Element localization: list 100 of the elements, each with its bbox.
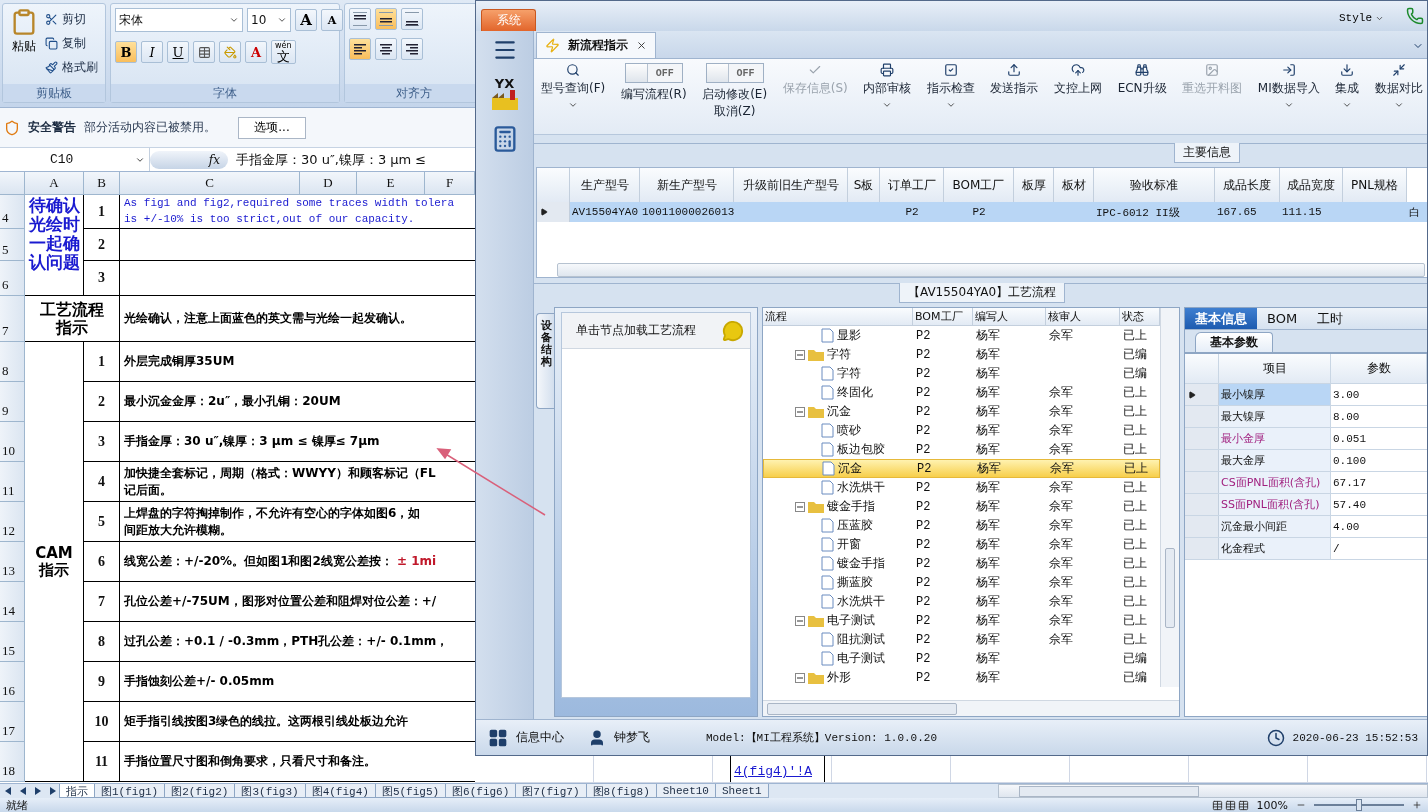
borders-button[interactable] — [193, 41, 215, 63]
scrollbar[interactable] — [998, 784, 1428, 798]
collapse-icon[interactable] — [795, 349, 805, 360]
toolbar-button[interactable]: 文控上网 — [1051, 63, 1106, 134]
sheet-tab[interactable]: Sheet10 — [655, 784, 716, 798]
paste-button[interactable]: 粘贴 — [7, 8, 41, 80]
grid-row[interactable]: AV15504YA0 10011000026013 P2 P2 IPC-6012 II级 167.65 111.15 白 — [537, 202, 1427, 222]
font-size-field[interactable]: 10 — [247, 8, 291, 32]
column-header[interactable]: BOM工厂 — [944, 168, 1014, 202]
grow-font-button[interactable]: A — [295, 9, 317, 31]
toolbar-button[interactable]: 集成 — [1332, 63, 1363, 134]
align-button[interactable] — [349, 8, 371, 30]
tab[interactable]: 基本信息 — [1185, 308, 1257, 329]
shrink-font-button[interactable]: A — [321, 9, 343, 31]
scrollbar[interactable] — [763, 700, 1179, 716]
phonetic-button[interactable]: wén 文 — [271, 40, 296, 64]
row-header[interactable] — [1185, 384, 1219, 405]
scrollbar[interactable] — [557, 263, 1425, 277]
column-header[interactable]: 板材 — [1054, 168, 1094, 202]
column-header[interactable]: S板 — [848, 168, 880, 202]
clipboard-action[interactable]: 剪切 — [45, 8, 98, 30]
underline-button[interactable]: U — [167, 41, 189, 63]
normal-view-icon[interactable] — [1211, 799, 1223, 811]
toolbar-button[interactable]: 指示检查 — [923, 63, 978, 134]
toolbar-button[interactable]: 型号查询(F) — [538, 63, 609, 134]
column-header[interactable]: 板厚 — [1014, 168, 1054, 202]
clipboard-action[interactable]: 格式刷 — [45, 56, 98, 78]
zoom-in-icon[interactable] — [1412, 800, 1422, 810]
toolbar-button[interactable]: 发送指示 — [987, 63, 1042, 134]
collapse-icon[interactable] — [795, 672, 805, 683]
align-button[interactable] — [375, 8, 397, 30]
column-header[interactable]: 流程 — [763, 308, 913, 326]
column-header[interactable]: 新生产型号 — [640, 168, 734, 202]
tree-row[interactable]: 沉金 P2 杨军 佘军 已上 — [763, 459, 1160, 478]
page-layout-icon[interactable] — [1224, 799, 1236, 811]
column-header[interactable]: 成品长度 — [1215, 168, 1280, 202]
collapse-icon[interactable] — [795, 615, 805, 626]
column-header[interactable]: 成品宽度 — [1280, 168, 1343, 202]
formula-field[interactable]: 手指金厚：30 u″,镍厚：3 μm ≤ — [228, 150, 427, 169]
options-button[interactable]: 选项... — [238, 116, 306, 139]
sheet-tab[interactable]: 图2(fig2) — [164, 784, 236, 798]
collapse-icon[interactable] — [795, 406, 805, 417]
document-tab[interactable]: 新流程指示 — [536, 32, 656, 58]
column-header[interactable]: 核审人 — [1046, 308, 1120, 326]
italic-button[interactable]: I — [141, 41, 163, 63]
toolbar-button[interactable]: ECN升级 — [1114, 63, 1170, 134]
column-header[interactable]: E — [357, 172, 425, 194]
collapse-icon[interactable] — [795, 501, 805, 512]
align-button[interactable] — [375, 38, 397, 60]
align-button[interactable] — [401, 8, 423, 30]
sheet-tab[interactable]: Sheet1 — [714, 784, 769, 798]
side-tab[interactable]: 设备结构 — [536, 313, 554, 409]
phone-icon[interactable] — [1406, 7, 1424, 25]
grid-icon[interactable] — [488, 727, 508, 748]
tab[interactable]: 工时 — [1307, 308, 1354, 329]
toolbar-button[interactable]: 内部审核 — [860, 63, 915, 134]
sheet-tab[interactable]: 图7(fig7) — [515, 784, 587, 798]
column-header[interactable]: D — [300, 172, 357, 194]
font-color-button[interactable]: A — [245, 41, 267, 63]
hyperlink-cell[interactable]: 4(fig4)'!A — [730, 756, 825, 782]
sheet-tab[interactable]: 图3(fig3) — [234, 784, 306, 798]
tab[interactable]: BOM — [1257, 308, 1308, 329]
clipboard-action[interactable]: 复制 — [45, 32, 98, 54]
toolbar-button[interactable]: MI数据导入 — [1254, 63, 1323, 134]
column-header[interactable]: 生产型号 — [570, 168, 640, 202]
close-icon[interactable] — [636, 40, 647, 51]
column-header[interactable]: 订单工厂 — [880, 168, 944, 202]
column-header[interactable]: 状态 — [1120, 308, 1160, 326]
align-button[interactable] — [349, 38, 371, 60]
style-menu[interactable]: Style — [1333, 11, 1390, 25]
toggle-control[interactable]: OFF 启动修改(E) 取消(Z) — [699, 63, 771, 134]
sheet-tab[interactable]: 图4(fig4) — [304, 784, 376, 798]
sheet-tab[interactable]: 图8(fig8) — [585, 784, 657, 798]
sheet-tab[interactable]: 指示 — [59, 784, 95, 798]
sub-tab[interactable]: 基本参数 — [1195, 332, 1273, 352]
toggle-control[interactable]: OFF 编写流程(R) — [617, 63, 690, 134]
sheet-tab[interactable]: 图1(fig1) — [94, 784, 166, 798]
sheet-tab[interactable]: 图5(fig5) — [374, 784, 447, 798]
column-header[interactable]: 编写人 — [973, 308, 1046, 326]
factory-logo[interactable]: YX — [488, 77, 521, 111]
column-header[interactable]: 升级前旧生产型号 — [734, 168, 848, 202]
bold-button[interactable]: B — [115, 41, 137, 63]
column-header[interactable]: 验收标准 — [1094, 168, 1215, 202]
align-button[interactable] — [401, 38, 423, 60]
column-header[interactable]: A — [25, 172, 84, 194]
column-header[interactable]: 参数 — [1331, 354, 1427, 383]
scrollbar[interactable] — [1160, 308, 1179, 687]
name-box[interactable]: C10 — [0, 148, 150, 171]
insert-function-button[interactable]: fx — [150, 150, 228, 169]
sheet-tab[interactable]: 图6(fig6) — [445, 784, 517, 798]
column-header[interactable]: PNL规格 — [1343, 168, 1407, 202]
column-header[interactable]: 项目 — [1219, 354, 1331, 383]
fill-color-button[interactable] — [219, 41, 241, 63]
info-center-link[interactable]: 信息中心 — [516, 729, 564, 746]
column-header[interactable]: C — [120, 172, 300, 194]
page-break-icon[interactable] — [1237, 799, 1249, 811]
font-name-field[interactable]: 宋体 — [115, 8, 243, 32]
toolbar-button[interactable]: 数据对比 — [1371, 63, 1426, 134]
column-header[interactable]: BOM工厂 — [913, 308, 973, 326]
column-header[interactable]: B — [84, 172, 120, 194]
